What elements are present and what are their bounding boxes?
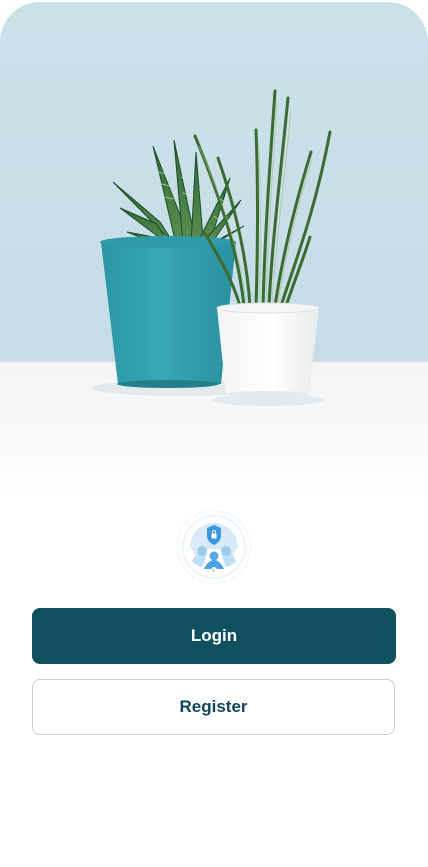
welcome-screen: Login Register [0,0,428,867]
hero-image [0,2,428,498]
register-button[interactable]: Register [32,679,395,735]
login-button[interactable]: Login [32,608,396,664]
app-logo [178,511,250,583]
